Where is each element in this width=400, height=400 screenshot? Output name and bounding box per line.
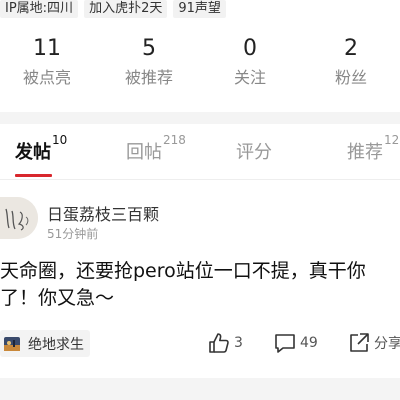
comment-count: 49 — [300, 335, 318, 351]
tab-recommendations-count: 12 — [384, 133, 400, 147]
stat-followers-value: 2 — [344, 36, 358, 61]
comment-button[interactable]: 49 — [274, 332, 318, 354]
stat-recommended-value: 5 — [142, 36, 156, 61]
like-button[interactable]: 3 — [208, 332, 243, 354]
tab-replies-label: 回帖 — [126, 142, 162, 163]
tab-posts[interactable]: 发帖10 — [15, 133, 67, 164]
stat-following-label: 关注 — [233, 68, 266, 87]
post-body[interactable]: 天命圈，还要抢pero站位一口不提，真干你 了！你又急～ — [0, 258, 400, 312]
tab-recommendations-label: 推荐 — [347, 142, 383, 163]
post-time: 51分钟前 — [47, 227, 99, 241]
ip-location-tag: IP属地:四川 — [0, 0, 79, 18]
post-body-line: 了！你又急～ — [0, 287, 115, 309]
tab-replies-count: 218 — [163, 133, 186, 147]
stat-following-value: 0 — [243, 36, 257, 61]
profile-tags: IP属地:四川 加入虎扑2天 91声望 — [0, 0, 226, 18]
author-name[interactable]: 日蛋荔枝三百颗 — [47, 201, 159, 225]
section-divider — [0, 378, 400, 400]
post-body-line: 天命圈，还要抢pero站位一口不提，真干你 — [0, 260, 366, 282]
section-divider — [0, 112, 400, 124]
avatar[interactable] — [0, 197, 38, 239]
tab-replies[interactable]: 回帖218 — [126, 133, 186, 164]
thumbs-up-icon — [209, 333, 229, 353]
tab-ratings-label: 评分 — [236, 142, 272, 163]
comment-icon — [275, 334, 295, 353]
stat-lit-label: 被点亮 — [22, 68, 71, 87]
stat-following[interactable]: 0 关注 — [215, 34, 285, 90]
stat-recommended[interactable]: 5 被推荐 — [114, 34, 184, 90]
topic-tag-label: 绝地求生 — [28, 336, 84, 353]
tab-ratings[interactable]: 评分 — [236, 138, 272, 164]
stat-followers-label: 粉丝 — [334, 68, 367, 87]
active-tab-indicator — [15, 174, 52, 177]
stat-followers[interactable]: 2 粉丝 — [316, 34, 386, 90]
share-icon — [350, 333, 369, 352]
stat-recommended-label: 被推荐 — [124, 68, 173, 87]
share-button[interactable]: 分享 — [348, 332, 400, 354]
share-label: 分享 — [374, 336, 400, 352]
stat-lit-value: 11 — [33, 36, 61, 61]
join-days-tag: 加入虎扑2天 — [84, 0, 168, 18]
topic-tag[interactable]: 绝地求生 — [0, 330, 90, 357]
post-action-bar: 绝地求生 3 49 分享 — [0, 328, 400, 360]
like-count: 3 — [234, 335, 243, 351]
stat-lit[interactable]: 11 被点亮 — [12, 34, 82, 90]
tab-posts-count: 10 — [52, 133, 68, 147]
tab-posts-label: 发帖 — [15, 142, 51, 163]
profile-stats: 11 被点亮 5 被推荐 0 关注 2 粉丝 — [0, 34, 400, 98]
profile-tabs: 发帖10 回帖218 评分 推荐12 — [0, 124, 400, 180]
reputation-tag: 91声望 — [173, 0, 226, 18]
game-thumbnail-icon — [4, 336, 20, 351]
tab-recommendations[interactable]: 推荐12 — [347, 133, 399, 164]
